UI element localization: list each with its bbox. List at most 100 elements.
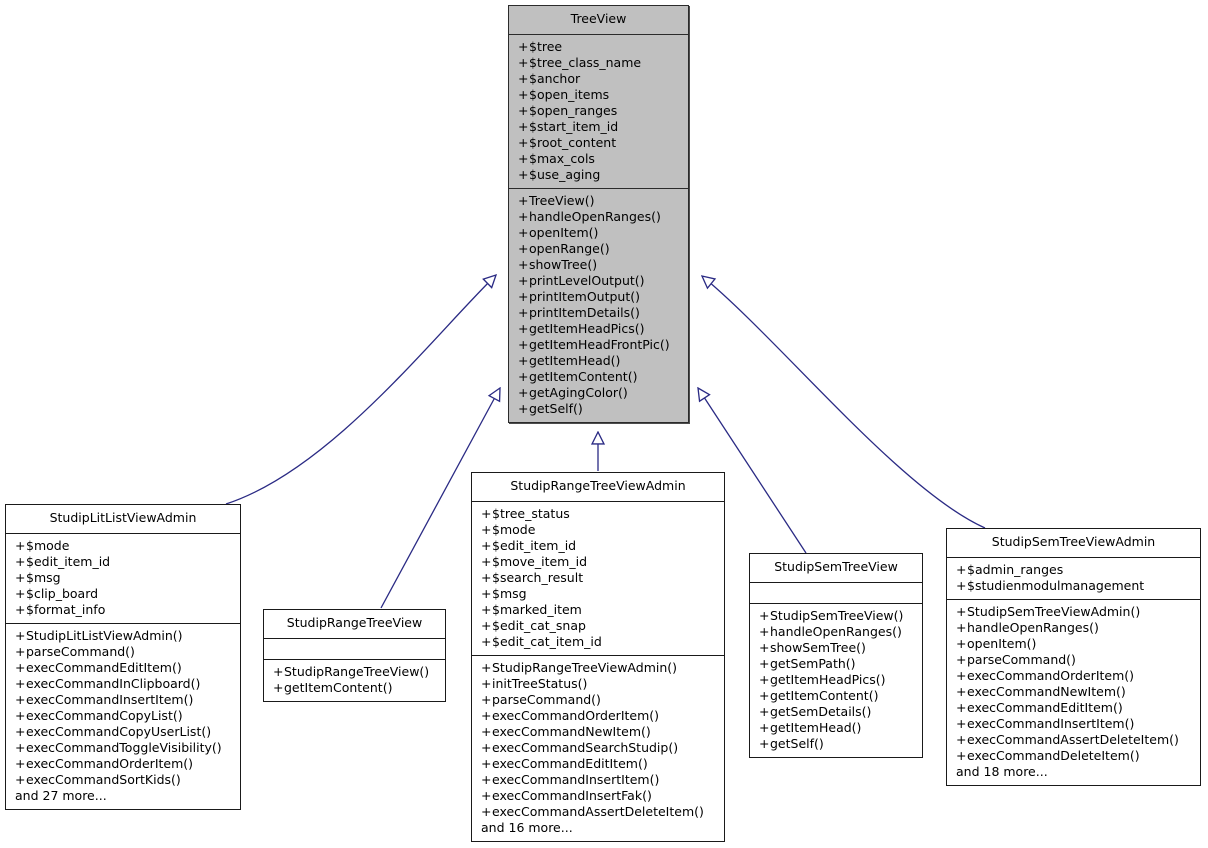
visibility-marker: + xyxy=(481,617,492,633)
class-member: +getItemContent() xyxy=(759,687,879,703)
class-title-studiplitlistviewadmin: StudipLitListViewAdmin xyxy=(49,510,197,525)
class-box-studiprangetreeviewadmin[interactable]: StudipRangeTreeViewAdmin +$tree_status +$… xyxy=(471,472,725,842)
class-member: +$mode xyxy=(481,521,536,537)
class-member: +$tree_status xyxy=(481,505,570,521)
visibility-marker: + xyxy=(518,240,529,256)
class-attributes-studiprangetreeviewadmin: +$tree_status +$mode +$edit_item_id +$move_… xyxy=(472,500,724,655)
visibility-marker: + xyxy=(759,639,770,655)
class-member: +getSelf() xyxy=(518,400,583,416)
visibility-marker: + xyxy=(759,687,770,703)
class-member: +$format_info xyxy=(15,601,106,617)
visibility-marker: + xyxy=(481,569,492,585)
class-attributes-studiplitlistviewadmin: +$mode +$edit_item_id +$msg +$clip_board +$f… xyxy=(6,532,240,623)
class-member: +parseCommand() xyxy=(15,643,135,659)
class-member: +handleOpenRanges() xyxy=(518,208,661,224)
class-member: +printItemDetails() xyxy=(518,304,640,320)
class-box-studipl itlistviewadmin[interactable]: StudipLitListViewAdmin +$mode +$edit_item… xyxy=(5,504,241,810)
class-member: +$mode xyxy=(15,537,70,553)
visibility-marker: + xyxy=(518,208,529,224)
class-box-studipsemtreeviewadmin[interactable]: StudipSemTreeViewAdmin +$admin_ranges +$s… xyxy=(946,528,1201,786)
visibility-marker: + xyxy=(15,723,26,739)
class-title-treeview: TreeView xyxy=(570,11,627,26)
visibility-marker: + xyxy=(956,635,967,651)
visibility-marker: + xyxy=(518,320,529,336)
visibility-marker: + xyxy=(518,134,529,150)
class-member: +$use_aging xyxy=(518,166,601,182)
class-member: +execCommandAssertDeleteItem() xyxy=(956,731,1179,747)
class-member: +execCommandToggleVisibility() xyxy=(15,739,222,755)
visibility-marker: + xyxy=(15,691,26,707)
visibility-marker: + xyxy=(15,755,26,771)
visibility-marker: + xyxy=(518,54,529,70)
visibility-marker: + xyxy=(481,505,492,521)
visibility-marker: + xyxy=(15,771,26,787)
visibility-marker: + xyxy=(15,537,26,553)
visibility-marker: + xyxy=(956,667,967,683)
visibility-marker: + xyxy=(956,699,967,715)
class-box-studipsemtreeview[interactable]: StudipSemTreeView +StudipSemTreeView() +h… xyxy=(749,553,923,758)
class-member: +$edit_cat_snap xyxy=(481,617,586,633)
edge-semtreeviewadmin-treeview xyxy=(702,276,986,529)
visibility-marker: + xyxy=(481,803,492,819)
class-attributes-studiprangetreeview xyxy=(264,637,445,659)
visibility-marker: + xyxy=(481,675,492,691)
class-member: +$clip_board xyxy=(15,585,99,601)
class-member: +$start_item_id xyxy=(518,118,619,134)
visibility-marker: + xyxy=(518,38,529,54)
visibility-marker: + xyxy=(518,166,529,182)
class-member: +$marked_item xyxy=(481,601,582,617)
visibility-marker: + xyxy=(518,368,529,384)
visibility-marker: + xyxy=(481,707,492,723)
visibility-marker: + xyxy=(518,336,529,352)
visibility-marker: + xyxy=(956,577,967,593)
edge-litlistviewadmin-treeview xyxy=(225,275,496,505)
class-member: +getItemHead() xyxy=(759,719,862,735)
class-member: +execCommandOrderItem() xyxy=(956,667,1135,683)
visibility-marker: + xyxy=(481,739,492,755)
visibility-marker: + xyxy=(481,755,492,771)
visibility-marker: + xyxy=(481,659,492,675)
class-member: +$open_ranges xyxy=(518,102,618,118)
class-member: +getItemContent() xyxy=(518,368,638,384)
class-member: +parseCommand() xyxy=(481,691,601,707)
visibility-marker: + xyxy=(15,627,26,643)
class-member: +StudipRangeTreeView() xyxy=(273,663,430,679)
class-member: +openItem() xyxy=(518,224,599,240)
visibility-marker: + xyxy=(15,707,26,723)
class-box-studiprangetreeview[interactable]: StudipRangeTreeView +StudipRangeTreeView… xyxy=(263,609,446,702)
class-member: +execCommandCopyUserList() xyxy=(15,723,212,739)
visibility-marker: + xyxy=(481,633,492,649)
visibility-marker: + xyxy=(15,553,26,569)
visibility-marker: + xyxy=(956,715,967,731)
class-member: +showTree() xyxy=(518,256,598,272)
class-box-treeview[interactable]: TreeView +$tree +$tree_class_name +$anchor… xyxy=(508,5,689,423)
visibility-marker: + xyxy=(956,731,967,747)
uml-class-diagram: TreeView +$tree +$tree_class_name +$anchor… xyxy=(0,0,1208,848)
visibility-marker: + xyxy=(481,723,492,739)
class-methods-studiprangetreeview: +StudipRangeTreeView() +getItemContent() xyxy=(264,658,445,701)
visibility-marker: + xyxy=(956,603,967,619)
class-attributes-studipsemtreeview xyxy=(750,581,922,603)
class-member: +$msg xyxy=(481,585,527,601)
class-member: +StudipSemTreeView() xyxy=(759,607,904,623)
class-member: +execCommandEditItem() xyxy=(956,699,1123,715)
visibility-marker: + xyxy=(15,675,26,691)
class-member: +printItemOutput() xyxy=(518,288,640,304)
class-methods-studiprangetreeviewadmin: +StudipRangeTreeViewAdmin() +initTreeStat… xyxy=(472,654,724,841)
class-member: +$tree xyxy=(518,38,563,54)
class-member: +execCommandNewItem() xyxy=(956,683,1126,699)
visibility-marker: + xyxy=(956,683,967,699)
class-attributes-studipsemtreeviewadmin: +$admin_ranges +$studienmodulmanagement xyxy=(947,556,1200,599)
visibility-marker: + xyxy=(759,703,770,719)
class-member: +$search_result xyxy=(481,569,584,585)
visibility-marker: + xyxy=(759,735,770,751)
visibility-marker: + xyxy=(759,607,770,623)
visibility-marker: + xyxy=(481,771,492,787)
class-member: +handleOpenRanges() xyxy=(956,619,1099,635)
visibility-marker: + xyxy=(759,719,770,735)
class-member: +execCommandNewItem() xyxy=(481,723,651,739)
class-member: +$edit_item_id xyxy=(15,553,111,569)
class-member: +StudipRangeTreeViewAdmin() xyxy=(481,659,678,675)
class-member: +getSemPath() xyxy=(759,655,856,671)
class-member: +getItemContent() xyxy=(273,679,393,695)
